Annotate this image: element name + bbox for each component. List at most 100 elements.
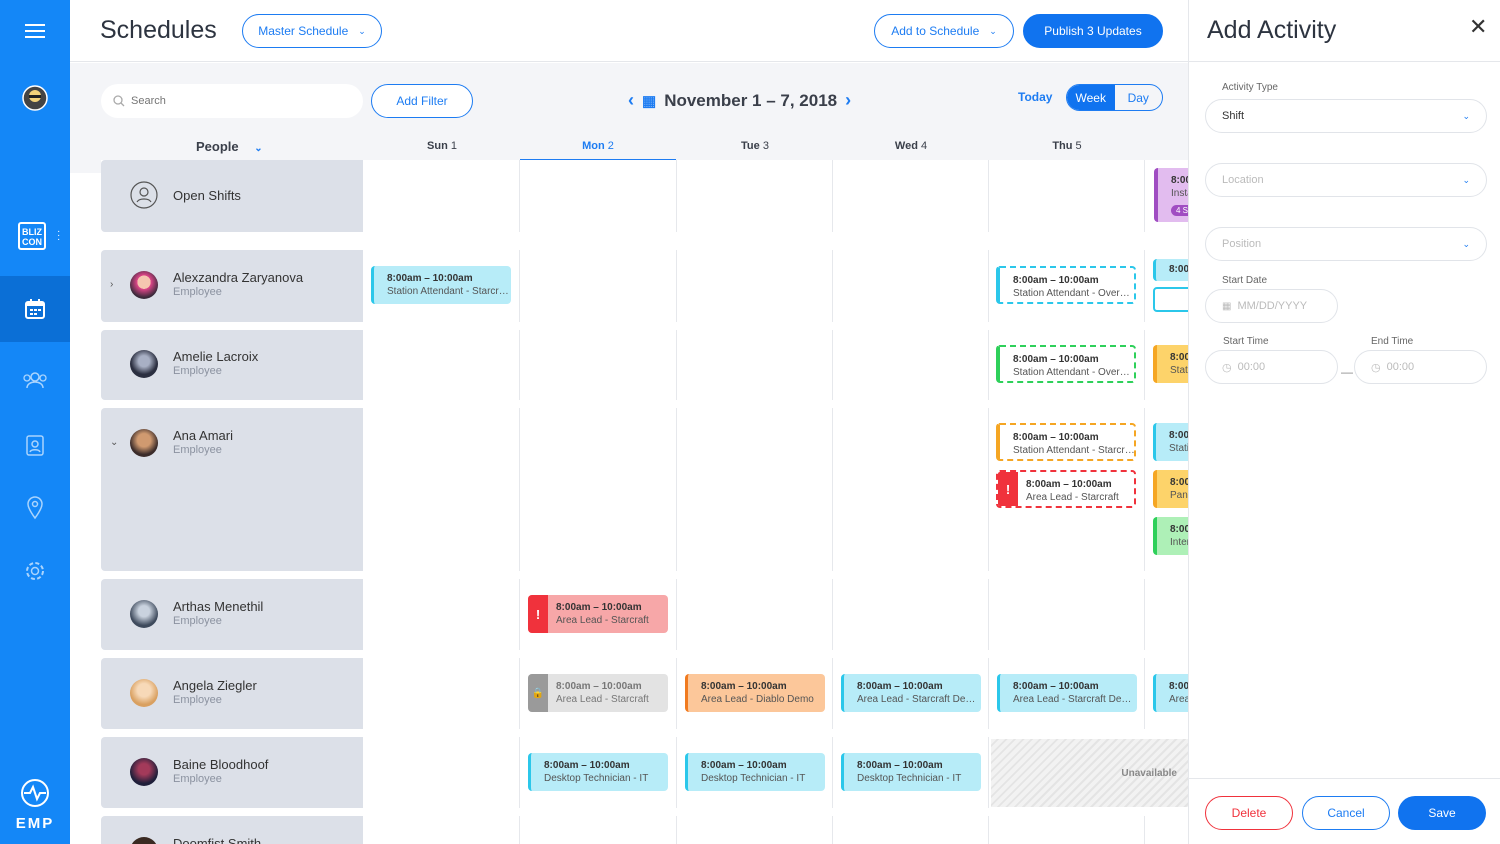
shift-block[interactable]: 8:00am – 10:00am — [1153, 259, 1188, 281]
add-filter-button[interactable]: Add Filter — [371, 84, 473, 118]
shift-block-empty[interactable] — [1153, 287, 1188, 312]
location-placeholder: Location — [1222, 174, 1264, 186]
day-header-wed[interactable]: Wed 4 — [833, 140, 989, 152]
person-cell: Baine Bloodhoof Employee — [101, 737, 363, 808]
shift-time: 8:00am – 10:00am — [1170, 524, 1188, 535]
prev-week-icon[interactable]: ‹ — [628, 90, 634, 111]
brand-name: EMP — [15, 815, 55, 832]
day-num: 2 — [607, 140, 614, 152]
person-row: ⌄ Ana Amari Employee 8:00am – 10:00am Sta… — [101, 408, 1188, 571]
start-time-input[interactable] — [1237, 361, 1318, 373]
person-row: Baine Bloodhoof Employee 8:00am – 10:00a… — [101, 737, 1188, 808]
person-row: Doomfist Smith — [101, 816, 1188, 844]
today-button[interactable]: Today — [1018, 90, 1052, 104]
publish-updates-button[interactable]: Publish 3 Updates — [1023, 14, 1163, 48]
end-time-input[interactable] — [1386, 361, 1467, 373]
app-logo[interactable]: BLIZ CON — [18, 222, 46, 250]
schedule-select[interactable]: Master Schedule ⌄ — [242, 14, 382, 48]
hamburger-icon[interactable] — [0, 18, 70, 44]
divider — [676, 737, 677, 808]
day-header-tue[interactable]: Tue 3 — [677, 140, 833, 152]
person-name: Ana Amari — [173, 428, 233, 443]
location-icon[interactable] — [0, 495, 70, 521]
badge-icon[interactable] — [0, 432, 70, 458]
add-to-schedule-button[interactable]: Add to Schedule ⌄ — [874, 14, 1014, 48]
shift-block[interactable]: 8:00am – 10:00am Area — [1153, 674, 1188, 712]
position-select[interactable]: Position ⌄ — [1205, 227, 1487, 261]
shift-block-conflict[interactable]: ! 8:00am – 10:00am Area Lead - Starcraft — [996, 470, 1136, 508]
people-dropdown[interactable]: People ⌄ — [196, 139, 263, 154]
people-label: People — [196, 139, 239, 154]
divider — [988, 330, 989, 400]
activity-type-select[interactable]: Shift ⌄ — [1205, 99, 1487, 133]
divider — [988, 658, 989, 729]
end-time-field[interactable]: ◷ — [1354, 350, 1487, 384]
shift-block[interactable]: 8:00am – 10:00am Station Attendant - Star… — [996, 423, 1136, 461]
shift-block-conflict[interactable]: ! 8:00am – 10:00am Area Lead - Starcraft — [528, 595, 668, 633]
person-role: Employee — [173, 615, 222, 627]
shift-block[interactable]: 8:00am – 10:00am Interview — [1153, 517, 1188, 555]
cancel-button[interactable]: Cancel — [1302, 796, 1390, 830]
shift-time: 8:00am – 10:00am — [1170, 477, 1188, 488]
day-header-sun[interactable]: Sun 1 — [364, 140, 520, 152]
shift-time: 8:00am – 10:00am — [556, 681, 642, 692]
shift-block[interactable]: 8:00am – 10:00am Station — [1153, 423, 1188, 461]
start-time-label: Start Time — [1223, 336, 1269, 347]
day-num: 5 — [1075, 140, 1082, 152]
delete-button[interactable]: Delete — [1205, 796, 1293, 830]
shift-block[interactable]: 8:00am – 10:00am Station — [1153, 345, 1188, 383]
divider — [832, 579, 833, 650]
person-role: Employee — [173, 286, 222, 298]
start-date-field[interactable]: ▦ — [1205, 289, 1338, 323]
shift-block[interactable]: 8:00am – 10:00am Area Lead - Diablo Demo — [685, 674, 825, 712]
search-input[interactable] — [131, 95, 331, 107]
avatar — [130, 350, 158, 378]
shift-block[interactable]: 8:00am – 10:00am Station Attendant - Star… — [371, 266, 511, 304]
shift-block[interactable]: 8:00am – 10:00am Desktop Technician - IT — [528, 753, 668, 791]
day-view-button[interactable]: Day — [1115, 85, 1163, 110]
unavailable-block: Unavailable — [991, 739, 1188, 807]
avatar — [130, 837, 158, 844]
start-time-field[interactable]: ◷ — [1205, 350, 1338, 384]
chevron-right-icon[interactable]: › — [110, 279, 113, 290]
divider — [519, 330, 520, 400]
person-cell: Angela Ziegler Employee — [101, 658, 363, 729]
shift-block[interactable]: 8:00am – 10:00am Desktop Technician - IT — [841, 753, 981, 791]
week-view-button[interactable]: Week — [1067, 85, 1115, 110]
day-header-thu[interactable]: Thu 5 — [989, 140, 1145, 152]
day-name: Thu — [1052, 140, 1073, 152]
next-week-icon[interactable]: › — [845, 90, 851, 111]
shift-block[interactable]: 8:00am – 10:00am Station Attendant - Over… — [996, 266, 1136, 304]
more-options-icon[interactable]: · · · — [57, 227, 61, 245]
divider — [519, 816, 520, 844]
team-icon[interactable] — [0, 366, 70, 394]
person-cell: ⌄ Ana Amari Employee — [101, 408, 363, 571]
user-avatar[interactable] — [0, 84, 70, 112]
calendar-icon[interactable] — [0, 276, 70, 342]
shift-block[interactable]: 8:00am – 10:00am Area Lead - Starcraft De… — [841, 674, 981, 712]
save-button[interactable]: Save — [1398, 796, 1486, 830]
divider — [832, 658, 833, 729]
start-date-input[interactable] — [1237, 300, 1318, 312]
user-outline-icon — [130, 181, 158, 209]
shift-block[interactable]: 8:00am – 10:00am Install 4 S — [1154, 168, 1188, 222]
shift-block[interactable]: 8:00am – 10:00am Desktop Technician - IT — [685, 753, 825, 791]
chevron-down-icon: ⌄ — [1462, 110, 1470, 121]
location-select[interactable]: Location ⌄ — [1205, 163, 1487, 197]
shift-block[interactable]: 8:00am – 10:00am Panel — [1153, 470, 1188, 508]
open-shifts-cell: Open Shifts — [101, 160, 363, 232]
shift-block-locked[interactable]: 🔒 8:00am – 10:00am Area Lead - Starcraft — [528, 674, 668, 712]
day-header-mon[interactable]: Mon 2 — [520, 140, 676, 161]
shift-time: 8:00am – 10:00am — [1026, 479, 1112, 490]
search-box[interactable] — [101, 84, 363, 118]
position-placeholder: Position — [1222, 238, 1262, 250]
shift-block[interactable]: 8:00am – 10:00am Station Attendant - Over… — [996, 345, 1136, 383]
person-cell: Arthas Menethil Employee — [101, 579, 363, 650]
clock-icon: ◷ — [1222, 361, 1232, 374]
shift-block[interactable]: 8:00am – 10:00am Area Lead - Starcraft De… — [997, 674, 1137, 712]
gear-icon[interactable] — [0, 558, 70, 584]
divider — [832, 816, 833, 844]
chevron-down-icon[interactable]: ⌄ — [110, 437, 118, 448]
close-icon[interactable]: ✕ — [1469, 14, 1487, 40]
avatar — [130, 429, 158, 457]
